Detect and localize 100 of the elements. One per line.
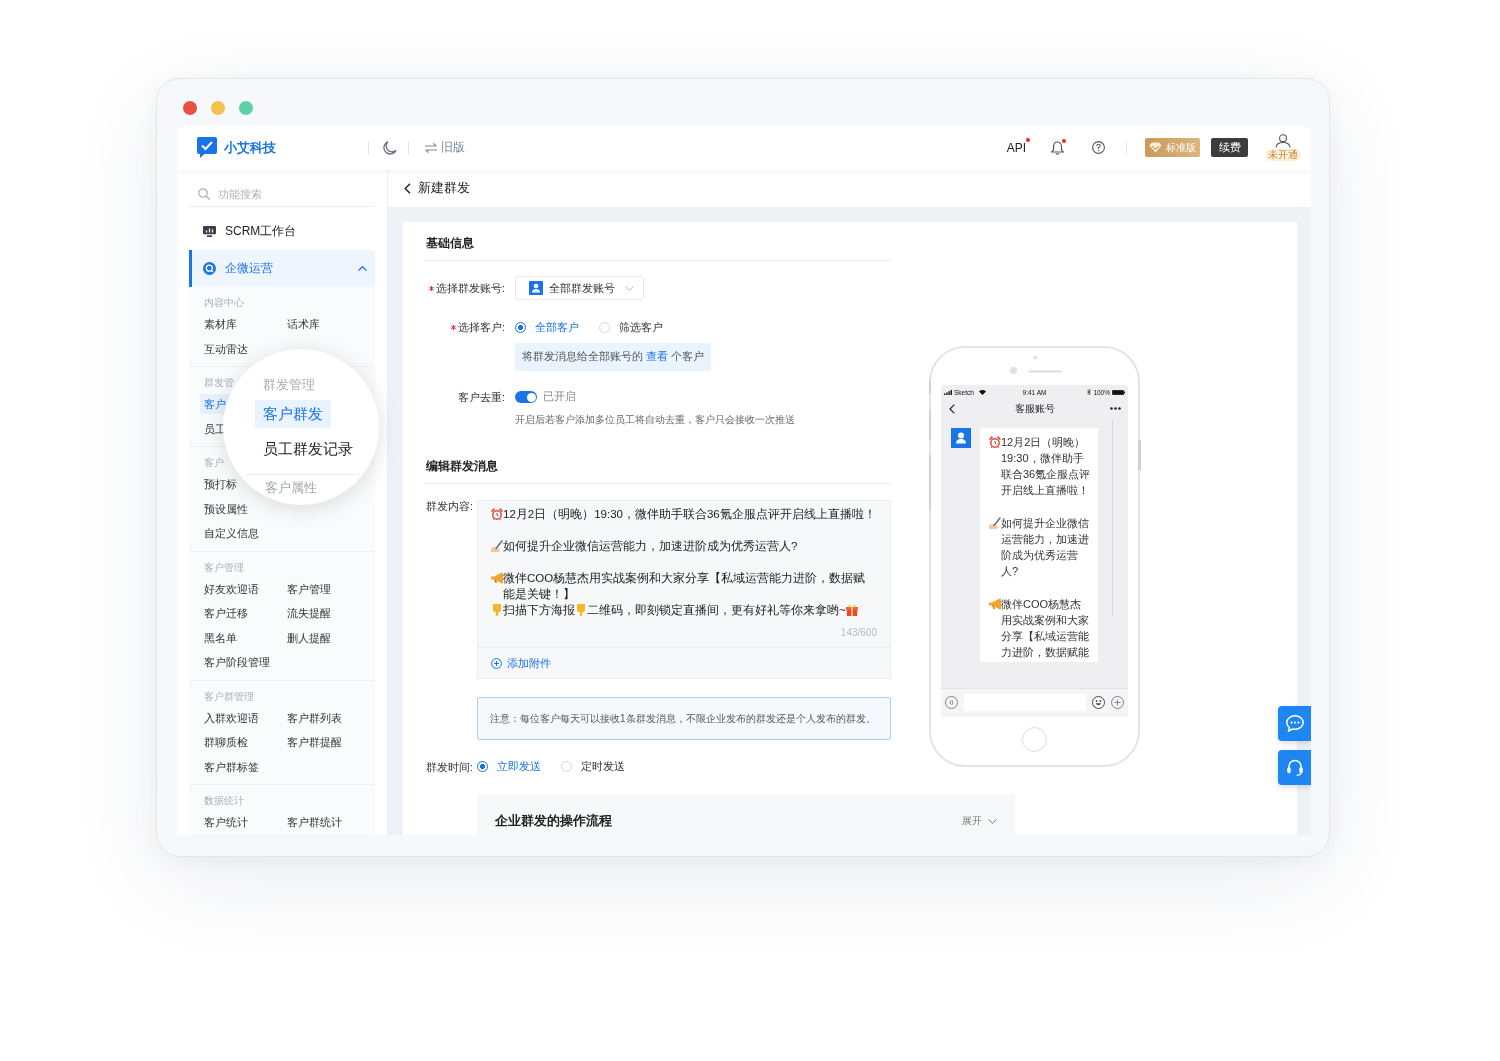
menu-item[interactable]: 客户迁移 <box>200 603 252 624</box>
menu-item[interactable]: 客户阶段管理 <box>200 652 274 673</box>
phone-side-key <box>928 455 931 510</box>
plus-circle-icon <box>491 657 502 669</box>
message-text: 二维码，即刻锁定直播间，更有好礼等你来拿哟~ <box>587 603 846 618</box>
menu-item[interactable]: 话术库 <box>283 314 324 335</box>
info-text: 将群发消息给全部账号的 查看 个客户 <box>522 350 704 364</box>
account-select[interactable]: 全部群发账号 <box>515 276 644 300</box>
menu-item[interactable]: 自定义信息 <box>200 523 263 544</box>
notifications-button[interactable] <box>1051 140 1064 155</box>
menu-item[interactable]: 素材库 <box>200 314 241 335</box>
section-title: 客户管理 <box>203 560 244 575</box>
window-close-button[interactable] <box>183 101 197 115</box>
emoji-icon[interactable] <box>1092 696 1105 709</box>
phone-side-key <box>928 380 931 394</box>
section-heading: 基础信息 <box>426 236 891 261</box>
sidebar-item[interactable]: SCRM工作台 <box>189 213 375 250</box>
message-editor[interactable]: 12月2日（明晚）19:30，微伴助手联合36氪企服点评开启线上直播啦！ 如何提升企业微信运营能力，加速进阶成为优秀运营人? 微伴COO杨慧杰用实战案例和大家分享【私域运营能力进阶，数据赋能是关键！】 扫描下方海报 二维码，即刻锁定直播间，更有好礼等你来拿哟~ 143/600 添加附件 <box>477 500 891 679</box>
bubble-text: 12月2日（明晚）19:30，微伴助手联合36氪企服点评开启线上直播啦！ <box>1001 434 1092 499</box>
menu-item[interactable]: 黑名单 <box>200 627 241 648</box>
help-button[interactable] <box>1092 141 1105 154</box>
support-button[interactable] <box>1278 750 1311 785</box>
menu-item[interactable]: 客户 <box>200 394 230 415</box>
search-icon <box>198 188 210 200</box>
old-version-link[interactable]: 旧版 <box>425 140 465 155</box>
user-outline-icon <box>1275 134 1291 148</box>
wifi-icon <box>978 389 986 395</box>
moon-icon <box>383 140 397 155</box>
menu-item[interactable]: 入群欢迎语 <box>200 707 263 728</box>
view-link[interactable]: 查看 <box>645 350 668 362</box>
chat-title: 客服账号 <box>1015 401 1055 416</box>
voice-icon[interactable] <box>945 696 958 709</box>
camera-icon <box>1009 367 1017 374</box>
back-icon[interactable] <box>949 403 955 414</box>
alarm-clock-icon <box>491 508 503 520</box>
pointing-down-icon <box>575 604 587 616</box>
field-label: 群发时间: <box>426 760 474 773</box>
char-counter: 143/600 <box>840 627 877 638</box>
search-field[interactable]: 功能搜索 <box>218 186 348 202</box>
api-link[interactable]: API <box>1006 140 1026 155</box>
plus-icon[interactable] <box>1111 696 1124 709</box>
chat-button[interactable] <box>1278 706 1311 741</box>
speech-bubble-icon <box>1285 715 1304 732</box>
writing-hand-icon <box>491 540 503 552</box>
message-text: 微伴COO杨慧杰用实战案例和大家分享【私域运营能力进阶，数据赋能是关键！】 <box>503 571 867 602</box>
logo-icon <box>197 137 217 158</box>
menu-item[interactable]: 好友欢迎语 <box>200 578 263 599</box>
battery-icon <box>1112 389 1125 395</box>
menu-item[interactable]: 客户群发 <box>255 400 331 428</box>
expand-toggle[interactable]: 展开 <box>962 814 997 828</box>
menu-item[interactable]: 客户群标签 <box>200 756 263 777</box>
section-title: 客户属性 <box>265 481 317 495</box>
phone-side-key <box>928 410 931 440</box>
menu-item[interactable]: 客户群统计 <box>283 812 346 833</box>
menu-item[interactable]: 删人提醒 <box>283 627 335 648</box>
section-title: 内容中心 <box>203 296 244 310</box>
sidebar-item[interactable]: 企微运营 <box>189 250 375 287</box>
menu-item[interactable]: 群聊质检 <box>200 732 252 753</box>
menu-item[interactable]: 客户统计 <box>200 812 252 833</box>
field-label: 选择群发账号: <box>435 280 505 296</box>
message-text: 扫描下方海报 <box>503 603 575 618</box>
guide-title: 企业群发的操作流程 <box>495 814 612 828</box>
toggle-status: 已开启 <box>543 390 576 404</box>
field-label: 客户去重: <box>457 389 505 405</box>
writing-hand-icon <box>989 516 1001 529</box>
section-title: 客户群管理 <box>203 689 254 704</box>
diamond-icon <box>1149 142 1162 153</box>
radio-option[interactable]: 筛选客户 <box>599 319 663 335</box>
caret-icon <box>625 285 634 291</box>
bubble-text: 如何提升企业微信运营能力，加速进阶成为优秀运营人? <box>1001 515 1090 580</box>
add-attachment-link[interactable]: 添加附件 <box>491 655 551 671</box>
section-title: 客户 <box>203 456 224 470</box>
notice-text: 注意：每位客户每天可以接收1条群发消息，不限企业发布的群发还是个人发布的群发。 <box>490 711 876 726</box>
more-icon[interactable] <box>1110 407 1121 410</box>
back-icon <box>404 183 411 194</box>
gift-icon <box>845 604 858 616</box>
headset-icon <box>1285 759 1304 776</box>
brand-name: 小艾科技 <box>224 138 276 157</box>
help-icon <box>1092 141 1105 154</box>
radio-option[interactable]: 全部客户 <box>515 319 579 335</box>
menu-item[interactable]: 客户群列表 <box>283 707 346 728</box>
menu-item[interactable]: 流失提醒 <box>283 603 335 624</box>
theme-button[interactable] <box>383 140 397 155</box>
message-text: 12月2日（明晚）19:30，微伴助手联合36氪企服点评开启线上直播啦！ <box>503 507 876 522</box>
menu-item[interactable]: 客户管理 <box>283 578 335 599</box>
toggle-switch[interactable] <box>515 391 537 403</box>
megaphone-icon <box>491 572 503 584</box>
renew-button[interactable]: 续费 <box>1211 138 1248 157</box>
monitor-icon <box>203 225 216 238</box>
menu-item[interactable]: 客户群提醒 <box>283 732 346 753</box>
menu-item[interactable]: 员工群发记录 <box>255 438 361 460</box>
avatar-icon <box>951 427 971 448</box>
section-title: 群发管 <box>203 376 234 390</box>
message-text: 如何提升企业微信运营能力，加速进阶成为优秀运营人? <box>503 539 798 554</box>
bubble-text: 微伴COO杨慧杰用实战案例和大家分享【私域运营能力进阶，数据赋能 <box>1001 596 1090 661</box>
radio-option[interactable]: 定时发送 <box>561 759 625 774</box>
alarm-clock-icon <box>989 435 1001 448</box>
radio-option[interactable]: 立即发送 <box>477 759 541 774</box>
back-button[interactable]: 新建群发 <box>404 180 470 197</box>
field-label: 选择客户: <box>457 319 505 335</box>
